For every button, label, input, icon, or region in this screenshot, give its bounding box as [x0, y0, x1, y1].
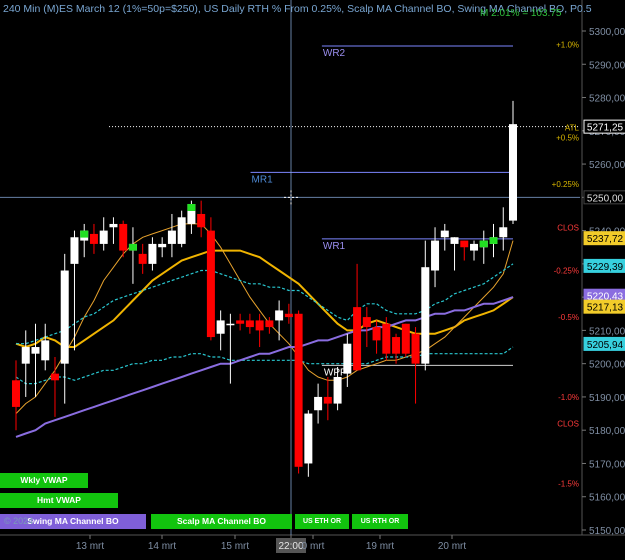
- y-axis-label: 5290,00: [589, 60, 625, 71]
- candle-body: [343, 343, 352, 374]
- candle-body: [353, 307, 362, 371]
- candle-body: [509, 124, 517, 221]
- y-axis-label: 5190,00: [589, 393, 625, 404]
- signal-marker: [489, 237, 498, 244]
- percent-level-label: -0.25%: [554, 267, 579, 276]
- candle-body: [41, 340, 50, 361]
- candle-body: [119, 223, 128, 251]
- candle-body: [197, 213, 206, 228]
- y-axis-label: 5160,00: [589, 493, 625, 504]
- candle-body: [460, 240, 469, 248]
- candle-body: [265, 320, 274, 328]
- pivot-label-wr2: WR2: [323, 48, 346, 59]
- x-axis-label: 15 mrt: [221, 541, 250, 552]
- price-tag-label: 5217,13: [587, 303, 624, 314]
- pivot-label-mr1: MR1: [252, 174, 274, 185]
- candle-body: [401, 323, 410, 354]
- candle-body: [60, 270, 69, 364]
- percent-level-label: CLOS: [557, 420, 579, 429]
- y-axis-label: 5300,00: [589, 27, 625, 38]
- candle-body: [216, 320, 225, 334]
- candle-body: [304, 413, 313, 464]
- pivot-label-wr1: WR1: [323, 241, 346, 252]
- signal-marker: [479, 240, 488, 248]
- candle-body: [12, 380, 20, 407]
- candle-body: [89, 233, 98, 244]
- copyright-label: © 2024: [4, 516, 34, 526]
- y-axis-label: 5200,00: [589, 360, 625, 371]
- candle-body: [138, 253, 147, 264]
- candle-body: [226, 323, 235, 326]
- y-axis-label: 5280,00: [589, 94, 625, 105]
- candle-body: [236, 320, 245, 324]
- percent-range-label: M 2.01% = 103.75: [480, 8, 562, 19]
- candle-body: [440, 230, 449, 238]
- study-button-scalp-ma-channel[interactable]: Scalp MA Channel BO: [151, 514, 292, 529]
- price-tag-label: 5205,94: [587, 340, 624, 351]
- candle-body: [294, 313, 303, 467]
- price-chart[interactable]: WR2MR1WR1WPP5300,005290,005280,005270,00…: [0, 0, 625, 555]
- candle-body: [411, 333, 420, 364]
- crosshair-time-label: 22:00: [278, 541, 303, 552]
- candle-body: [333, 376, 342, 404]
- candle-body: [382, 323, 391, 354]
- candle-body: [50, 373, 59, 381]
- signal-marker: [80, 230, 89, 238]
- percent-level-label: +0.25%: [552, 180, 579, 189]
- percent-level-label: -1.5%: [558, 479, 579, 488]
- chart-window: WR2MR1WR1WPP5300,005290,005280,005270,00…: [0, 0, 625, 555]
- candle-body: [158, 243, 167, 248]
- candle-body: [284, 313, 293, 318]
- candle-body: [206, 230, 215, 338]
- candle-body: [275, 310, 284, 321]
- percent-level-label: CLOS: [557, 223, 579, 232]
- study-button-weekly-vwap[interactable]: Wkly VWAP: [0, 473, 88, 488]
- candle-body: [70, 237, 79, 264]
- candle-body: [323, 396, 332, 404]
- candle-body: [431, 240, 440, 271]
- y-axis-label: 5180,00: [589, 426, 625, 437]
- candle-body: [148, 243, 157, 264]
- signal-marker: [128, 243, 137, 251]
- percent-level-label: -0.5%: [558, 313, 579, 322]
- y-axis-label: 5170,00: [589, 459, 625, 470]
- candle-body: [21, 347, 30, 364]
- percent-level-label: +1.0%: [556, 40, 579, 49]
- x-axis-label: 0 mrt: [302, 541, 325, 552]
- candle-body: [450, 237, 459, 244]
- candle-body: [421, 267, 430, 364]
- candle-body: [499, 227, 508, 238]
- signal-marker: [187, 203, 196, 211]
- study-button-us-eth-or[interactable]: US ETH OR: [295, 514, 349, 529]
- x-axis-label: 14 mrt: [148, 541, 177, 552]
- percent-level-label: -1.0%: [558, 393, 579, 402]
- price-tag-label: 5250,00: [587, 193, 624, 204]
- percent-level-label: +0.5%: [556, 133, 579, 142]
- candle-body: [245, 320, 254, 328]
- candle-body: [314, 396, 323, 411]
- candle-body: [362, 317, 371, 328]
- candle-body: [255, 320, 264, 331]
- percent-level-label: ATL: [565, 123, 580, 132]
- candle-body: [167, 230, 176, 244]
- candle-body: [177, 217, 186, 244]
- candle-body: [31, 347, 40, 354]
- study-button-monthly-vwap[interactable]: Hmt VWAP: [0, 493, 118, 508]
- candle-body: [392, 337, 401, 354]
- price-tag-label: 5229,39: [587, 262, 624, 273]
- candle-body: [470, 243, 479, 251]
- x-axis-label: 13 mrt: [76, 541, 105, 552]
- y-axis-label: 5260,00: [589, 160, 625, 171]
- y-axis-label: 5210,00: [589, 326, 625, 337]
- candle-body: [372, 327, 381, 341]
- y-axis-label: 5150,00: [589, 526, 625, 537]
- price-tag-label: 5237,72: [587, 234, 624, 245]
- x-axis-label: 19 mrt: [366, 541, 395, 552]
- candle-body: [99, 230, 108, 244]
- price-tag-label: 5271,25: [587, 123, 624, 134]
- series-trend-line: [15, 296, 514, 438]
- x-axis-label: 20 mrt: [438, 541, 467, 552]
- study-button-us-rth-or[interactable]: US RTH OR: [352, 514, 408, 529]
- candle-body: [109, 223, 118, 228]
